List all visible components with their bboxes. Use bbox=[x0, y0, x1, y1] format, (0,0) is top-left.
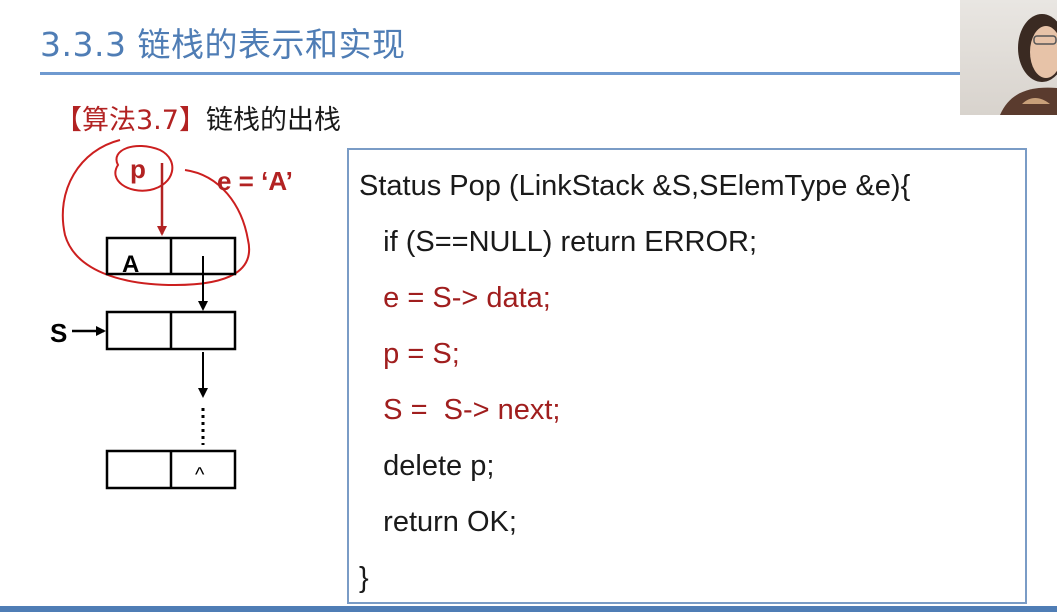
presenter-webcam bbox=[960, 0, 1057, 115]
code-line-return: return OK; bbox=[359, 506, 517, 538]
code-line-assign-e: e = S-> data; bbox=[359, 282, 551, 314]
presenter-silhouette bbox=[1000, 14, 1057, 115]
code-line-close-brace: } bbox=[359, 562, 369, 594]
top-node-data: A bbox=[122, 251, 139, 278]
pointer-p-label: p bbox=[130, 154, 146, 184]
null-mark: ^ bbox=[195, 464, 205, 486]
assign-e-label: e = ‘A’ bbox=[217, 166, 293, 196]
bottom-bar bbox=[0, 606, 1057, 612]
code-line-delete: delete p; bbox=[359, 450, 495, 482]
linked-stack-diagram: p e = ‘A’ A S ^ bbox=[50, 139, 293, 490]
code-line-null-check: if (S==NULL) return ERROR; bbox=[359, 226, 758, 258]
code-line-advance-s: S = S-> next; bbox=[359, 394, 561, 426]
code-line-signature: Status Pop (LinkStack &S,SElemType &e){ bbox=[359, 170, 911, 202]
code-line-assign-p: p = S; bbox=[359, 338, 460, 370]
code-panel: Status Pop (LinkStack &S,SElemType &e){ … bbox=[347, 148, 1027, 604]
pointer-s-label: S bbox=[50, 318, 67, 348]
